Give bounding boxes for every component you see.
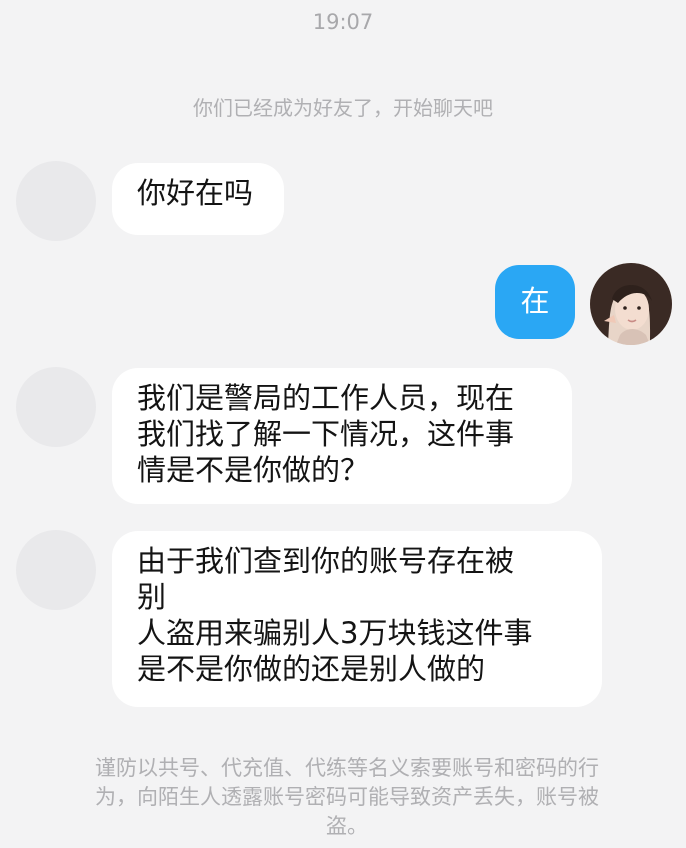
user-avatar-image [590, 263, 672, 345]
message-text-line: 情是不是你做的？ [137, 453, 370, 487]
message-text-line: 别 [137, 580, 167, 614]
contact-avatar[interactable] [16, 530, 96, 610]
friend-added-notice: 你们已经成为好友了，开始聊天吧 [193, 96, 493, 120]
message-text-line: 我们是警局的工作人员，现在 [137, 381, 515, 415]
message-text: 你好在吗 [137, 176, 254, 210]
user-avatar[interactable] [590, 263, 672, 345]
message-bubble-outgoing[interactable]: 在 [495, 265, 575, 339]
security-warning-line: 谨防以共号、代充值、代练等名义索要账号和密码的行 [95, 756, 599, 780]
message-timestamp: 19:07 [312, 10, 374, 34]
contact-avatar[interactable] [16, 161, 96, 241]
message-bubble-incoming[interactable]: 我们是警局的工作人员，现在 我们找了解一下情况，这件事 情是不是你做的？ [112, 368, 572, 504]
message-text-line: 我们找了解一下情况，这件事 [137, 417, 515, 451]
message-text-line: 由于我们查到你的账号存在被 [137, 544, 515, 578]
message-text: 在 [520, 284, 550, 318]
message-text-line: 人盗用来骗别人3万块钱这件事 [137, 616, 533, 650]
security-warning-line: 为，向陌生人透露账号密码可能导致资产丢失，账号被 [95, 785, 599, 809]
security-warning-line: 盗。 [326, 814, 368, 838]
message-text-line: 是不是你做的还是别人做的 [137, 652, 486, 686]
security-warning: 谨防以共号、代充值、代练等名义索要账号和密码的行 为，向陌生人透露账号密码可能导… [56, 754, 638, 841]
contact-avatar[interactable] [16, 367, 96, 447]
message-bubble-incoming[interactable]: 你好在吗 [112, 163, 284, 235]
message-bubble-incoming[interactable]: 由于我们查到你的账号存在被 别 人盗用来骗别人3万块钱这件事 是不是你做的还是别… [112, 531, 602, 707]
